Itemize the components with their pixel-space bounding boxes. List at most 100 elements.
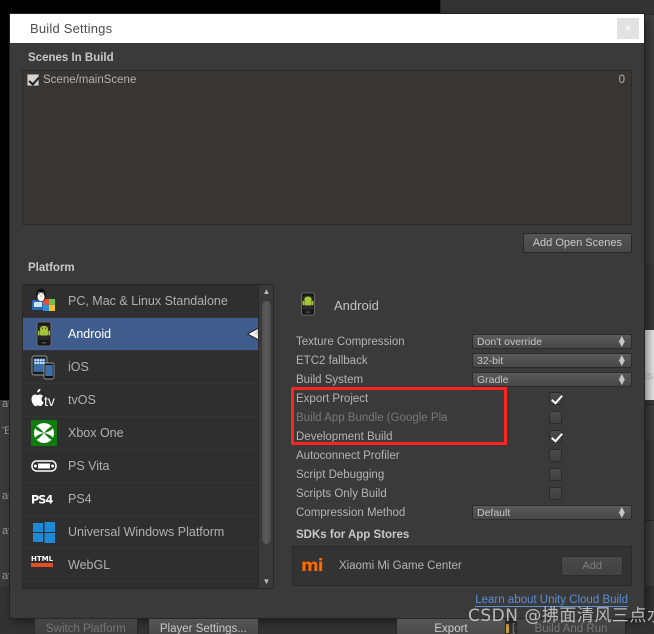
dropdown-value: Gradle: [477, 373, 509, 386]
platform-item-tvos[interactable]: tv tvOS: [23, 384, 273, 417]
platform-item-ios[interactable]: iOS: [23, 351, 273, 384]
unity-cloud-build-link[interactable]: Learn about Unity Cloud Build: [475, 594, 628, 607]
platform-item-label: Xbox One: [68, 426, 124, 440]
setting-label: ETC2 fallback: [296, 354, 368, 367]
player-settings-button[interactable]: Player Settings...: [147, 618, 259, 634]
setting-row-export-project[interactable]: Export Project: [288, 389, 632, 408]
switch-platform-button[interactable]: Switch Platform: [34, 618, 138, 634]
setting-row-script-debugging[interactable]: Script Debugging: [288, 465, 632, 484]
screen-root: atio 'Ed th aus aya aya CS [GaudeBrete] …: [0, 0, 654, 634]
android-header: Android: [288, 284, 632, 332]
setting-label: Script Debugging: [296, 468, 385, 481]
setting-row-development-build[interactable]: Development Build: [288, 427, 632, 446]
platform-item-standalone[interactable]: PC, Mac & Linux Standalone: [23, 285, 273, 318]
setting-label: Build App Bundle (Google Pla: [296, 411, 448, 424]
platform-item-label: Android: [68, 327, 112, 341]
close-icon[interactable]: ×: [617, 18, 639, 39]
platform-item-ps-vita[interactable]: PS Vita: [23, 450, 273, 483]
development-build-checkbox[interactable]: [549, 430, 562, 443]
scroll-down-arrow-icon[interactable]: ▼: [259, 575, 273, 588]
setting-label: Autoconnect Profiler: [296, 449, 400, 462]
autoconnect-profiler-checkbox[interactable]: [549, 449, 562, 462]
export-project-checkbox[interactable]: [549, 392, 562, 405]
footer-right-buttons: Export Build And Run: [396, 618, 626, 634]
window-titlebar: Build Settings ×: [10, 14, 644, 43]
window-title: Build Settings: [30, 21, 113, 36]
platform-item-label: WebGL: [68, 558, 111, 572]
add-sdk-button[interactable]: Add: [561, 556, 623, 576]
setting-row-autoconnect-profiler[interactable]: Autoconnect Profiler: [288, 446, 632, 465]
platform-item-label: PC, Mac & Linux Standalone: [68, 294, 228, 308]
setting-row-scripts-only-build[interactable]: Scripts Only Build: [288, 484, 632, 503]
scene-name-label: Scene/mainScene: [43, 74, 137, 86]
setting-row-texture-compression[interactable]: Texture Compression Don't override ▲ ▼: [288, 332, 632, 351]
etc2-fallback-dropdown[interactable]: 32-bit ▲ ▼: [472, 351, 632, 369]
scripts-only-build-checkbox[interactable]: [549, 487, 562, 500]
android-settings-panel: Android Texture Compression Don't overri…: [288, 284, 632, 607]
sdks-for-app-stores-heading: SDKs for App Stores: [296, 529, 410, 541]
setting-label: Compression Method: [296, 506, 406, 519]
platform-list-scrollbar[interactable]: ▲ ▼: [258, 285, 273, 588]
scenes-list[interactable]: Scene/mainScene 0: [22, 70, 632, 225]
build-and-run-button[interactable]: Build And Run: [516, 618, 626, 634]
setting-label: Scripts Only Build: [296, 487, 387, 500]
setting-row-build-system[interactable]: Build System Gradle ▲ ▼: [288, 370, 632, 389]
svg-text:PS4: PS4: [31, 494, 53, 507]
platform-area: PC, Mac & Linux Standalone Android iOS t…: [22, 284, 632, 607]
dropdown-value: Default: [477, 506, 511, 519]
add-open-scenes-button[interactable]: Add Open Scenes: [522, 233, 632, 253]
svg-text:HTML: HTML: [31, 555, 54, 563]
scene-index-label: 0: [618, 74, 625, 86]
android-platform-title: Android: [334, 297, 379, 313]
setting-label: Build System: [296, 373, 364, 386]
scenes-in-build-heading: Scenes In Build: [28, 52, 114, 64]
chevron-updown-icon: ▲ ▼: [616, 332, 627, 350]
scrollbar-thumb[interactable]: [261, 300, 272, 545]
platform-item-android[interactable]: Android: [23, 318, 273, 351]
dialog-body: Scenes In Build Scene/mainScene 0 Add Op…: [10, 43, 644, 607]
setting-row-compression-method[interactable]: Compression Method Default ▲ ▼: [288, 503, 632, 522]
platform-item-webgl[interactable]: HTML WebGL: [23, 549, 273, 582]
compression-method-dropdown[interactable]: Default ▲ ▼: [472, 504, 632, 520]
psvita-icon: [31, 453, 57, 479]
script-debugging-checkbox[interactable]: [549, 468, 562, 481]
dropdown-value: 32-bit: [477, 354, 504, 367]
texture-compression-dropdown[interactable]: Don't override ▲ ▼: [472, 332, 632, 350]
chevron-updown-icon: ▲ ▼: [616, 351, 627, 369]
webgl-icon: HTML: [31, 552, 57, 578]
scroll-up-arrow-icon[interactable]: ▲: [259, 285, 273, 298]
setting-row-build-app-bundle[interactable]: Build App Bundle (Google Pla: [288, 408, 632, 427]
setting-label: Texture Compression: [296, 335, 405, 348]
sdk-name-label: Xiaomi Mi Game Center: [339, 560, 462, 572]
build-app-bundle-checkbox[interactable]: [549, 411, 562, 424]
ps4-icon: PS4: [31, 486, 57, 512]
platform-item-label: PS4: [68, 492, 92, 506]
sdk-list: mi Xiaomi Mi Game Center Add: [292, 546, 632, 586]
platform-item-label: Universal Windows Platform: [68, 525, 225, 539]
platform-item-ps4[interactable]: PS4 PS4: [23, 483, 273, 516]
background-top-black: [0, 0, 440, 14]
setting-label: Development Build: [296, 430, 393, 443]
xiaomi-mi-icon: mi: [301, 556, 324, 576]
scene-list-item[interactable]: Scene/mainScene 0: [23, 71, 631, 89]
android-icon: [296, 292, 322, 318]
platform-item-uwp[interactable]: Universal Windows Platform: [23, 516, 273, 549]
dropdown-value: Don't override: [477, 335, 543, 348]
cloud-build-link-row: Learn about Unity Cloud Build: [288, 586, 632, 607]
tvos-icon: tv: [31, 387, 57, 413]
dialog-footer: Switch Platform Player Settings... Expor…: [10, 607, 644, 634]
platform-list[interactable]: PC, Mac & Linux Standalone Android iOS t…: [22, 284, 274, 589]
export-button[interactable]: Export: [396, 618, 506, 634]
platform-item-xbox-one[interactable]: Xbox One: [23, 417, 273, 450]
build-system-dropdown[interactable]: Gradle ▲ ▼: [472, 371, 632, 387]
xbox-icon: [31, 420, 57, 446]
setting-label: Export Project: [296, 392, 369, 405]
scene-enabled-checkbox[interactable]: [27, 74, 39, 86]
platform-heading: Platform: [28, 262, 75, 274]
platform-item-label: tvOS: [68, 393, 96, 407]
add-open-scenes-row: Add Open Scenes: [22, 225, 632, 253]
setting-row-etc2-fallback[interactable]: ETC2 fallback 32-bit ▲ ▼: [288, 351, 632, 370]
standalone-icon: [31, 288, 57, 314]
android-icon: [31, 321, 57, 347]
background-toolbar: [440, 0, 654, 14]
